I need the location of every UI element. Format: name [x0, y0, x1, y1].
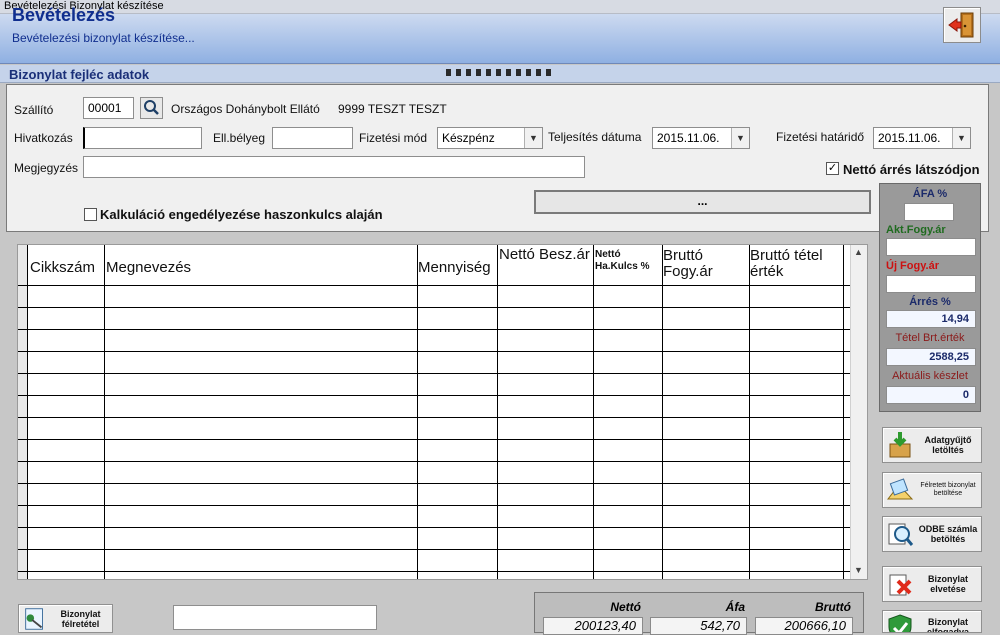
supplier-code-field[interactable]: 00001: [83, 97, 134, 119]
table-row[interactable]: [18, 308, 852, 330]
completion-date-picker[interactable]: 2015.11.06. ▼: [652, 127, 750, 149]
chevron-down-icon: ▼: [524, 128, 542, 148]
grid-header-divider: [27, 285, 850, 286]
supplier-extra: 9999 TESZT TESZT: [338, 102, 447, 116]
open-document-icon: [886, 478, 914, 500]
afa-field[interactable]: [904, 203, 954, 221]
magnifier-document-icon: [888, 523, 914, 546]
section-title: Bizonylat fejléc adatok: [9, 67, 150, 82]
vat-total-label: Áfa: [725, 600, 745, 614]
tetel-brt-value: 2588,25: [886, 348, 976, 366]
afa-label: ÁFA %: [912, 188, 948, 200]
adatgyujto-button[interactable]: Adatgyűjtő letöltés: [882, 427, 982, 463]
grid-scrollbar[interactable]: ▲ ▼: [850, 245, 867, 579]
table-row[interactable]: [18, 352, 852, 374]
scroll-up-icon[interactable]: ▲: [854, 247, 863, 257]
table-row[interactable]: [18, 264, 852, 286]
akt-fogy-ar-field[interactable]: [886, 238, 976, 256]
elvetese-label: Bizonylat elvetése: [927, 574, 968, 594]
net-total-value: 200123,40: [543, 617, 643, 635]
deadline-label: Fizetési határidő: [776, 130, 865, 144]
totals-panel: Nettó Áfa Bruttó 200123,40 542,70 200666…: [534, 592, 864, 635]
adatgyujto-label: Adatgyűjtő letöltés: [924, 435, 972, 455]
keszlet-label: Aktuális készlet: [892, 370, 968, 382]
felretetel-label: Bizonylat félretétel: [60, 609, 101, 629]
note-label: Megjegyzés: [14, 161, 79, 175]
pin-document-icon: [25, 608, 43, 630]
supplier-label: Szállító: [14, 103, 54, 117]
exit-button[interactable]: [943, 7, 981, 43]
payment-value: Készpénz: [442, 131, 495, 145]
table-row[interactable]: [18, 506, 852, 528]
splitter-grip[interactable]: [446, 69, 552, 76]
akt-fogy-ar-label: Akt.Fogy.ár: [886, 224, 946, 236]
download-box-icon: [889, 432, 911, 458]
vat-total-value: 542,70: [650, 617, 747, 635]
exit-door-icon: [948, 12, 974, 38]
deadline-date-picker[interactable]: 2015.11.06. ▼: [873, 127, 971, 149]
net-margin-checkbox[interactable]: ✓: [826, 162, 839, 175]
window-titlebar: Bevételezési Bizonylat készítése: [0, 0, 1000, 14]
table-row[interactable]: [18, 374, 852, 396]
elfogadva-button[interactable]: Bizonylat elfogadva: [882, 610, 982, 633]
items-grid[interactable]: Cikkszám Megnevezés Mennyiség Nettó Besz…: [17, 244, 868, 580]
odbe-label: ODBE számla betöltés: [918, 524, 978, 544]
table-row[interactable]: [18, 286, 852, 308]
shield-check-icon: [888, 614, 912, 632]
reference-field[interactable]: [83, 127, 202, 149]
table-row[interactable]: [18, 440, 852, 462]
table-row[interactable]: [18, 396, 852, 418]
stamp-field[interactable]: [272, 127, 353, 149]
net-total-label: Nettó: [610, 600, 641, 614]
table-row[interactable]: [18, 462, 852, 484]
page-title: Bevételezés: [12, 5, 116, 25]
calc-label: Kalkuláció engedélyezése haszonkulcs ala…: [100, 207, 383, 222]
arres-label: Árrés %: [909, 296, 951, 308]
discard-icon: [889, 574, 912, 596]
table-row[interactable]: [18, 550, 852, 572]
net-margin-label: Nettó árrés látszódjon: [843, 162, 980, 177]
chevron-down-icon: ▼: [952, 128, 970, 148]
felretett-label: Félretett bizonylat betöltése: [920, 482, 976, 497]
arres-value: 14,94: [886, 310, 976, 328]
felretetel-button[interactable]: Bizonylat félretétel: [18, 604, 113, 633]
gross-total-label: Bruttó: [815, 600, 851, 614]
elfogadva-label: Bizonylat elfogadva: [926, 617, 969, 633]
item-info-panel: ÁFA % Akt.Fogy.ár Új Fogy.ár Árrés % 14,…: [879, 183, 981, 412]
tetel-brt-label: Tétel Brt.érték: [895, 332, 965, 344]
gross-total-value: 200666,10: [755, 617, 853, 635]
table-row[interactable]: [18, 330, 852, 352]
table-row[interactable]: [18, 528, 852, 550]
supplier-name: Országos Dohánybolt Ellátó: [171, 102, 320, 116]
more-button[interactable]: ...: [534, 190, 871, 214]
reference-label: Hivatkozás: [14, 131, 73, 145]
felretetel-name-field[interactable]: [173, 605, 377, 630]
table-row[interactable]: [18, 484, 852, 506]
search-icon: [144, 100, 159, 115]
note-field[interactable]: [83, 156, 585, 178]
completion-value: 2015.11.06.: [657, 131, 720, 145]
chevron-down-icon: ▼: [731, 128, 749, 148]
page-subtitle: Bevételezési bizonylat készítése...: [12, 31, 195, 45]
table-row[interactable]: [18, 418, 852, 440]
uj-fogy-ar-label: Új Fogy.ár: [886, 260, 939, 272]
col-netto-besz-ar[interactable]: Nettó Besz.ár: [499, 247, 590, 263]
uj-fogy-ar-field[interactable]: [886, 275, 976, 293]
elvetese-button[interactable]: Bizonylat elvetése: [882, 566, 982, 602]
completion-label: Teljesítés dátuma: [548, 130, 642, 144]
payment-select[interactable]: Készpénz ▼: [437, 127, 543, 149]
supplier-search-button[interactable]: [140, 97, 163, 119]
deadline-value: 2015.11.06.: [878, 131, 941, 145]
table-row[interactable]: [18, 572, 852, 579]
odbe-button[interactable]: ODBE számla betöltés: [882, 516, 982, 552]
felretett-button[interactable]: Félretett bizonylat betöltése: [882, 472, 982, 508]
calc-checkbox[interactable]: [84, 208, 97, 221]
stamp-label: Ell.bélyeg: [213, 131, 266, 145]
scroll-down-icon[interactable]: ▼: [854, 565, 863, 575]
payment-label: Fizetési mód: [359, 131, 428, 145]
keszlet-value: 0: [886, 386, 976, 404]
